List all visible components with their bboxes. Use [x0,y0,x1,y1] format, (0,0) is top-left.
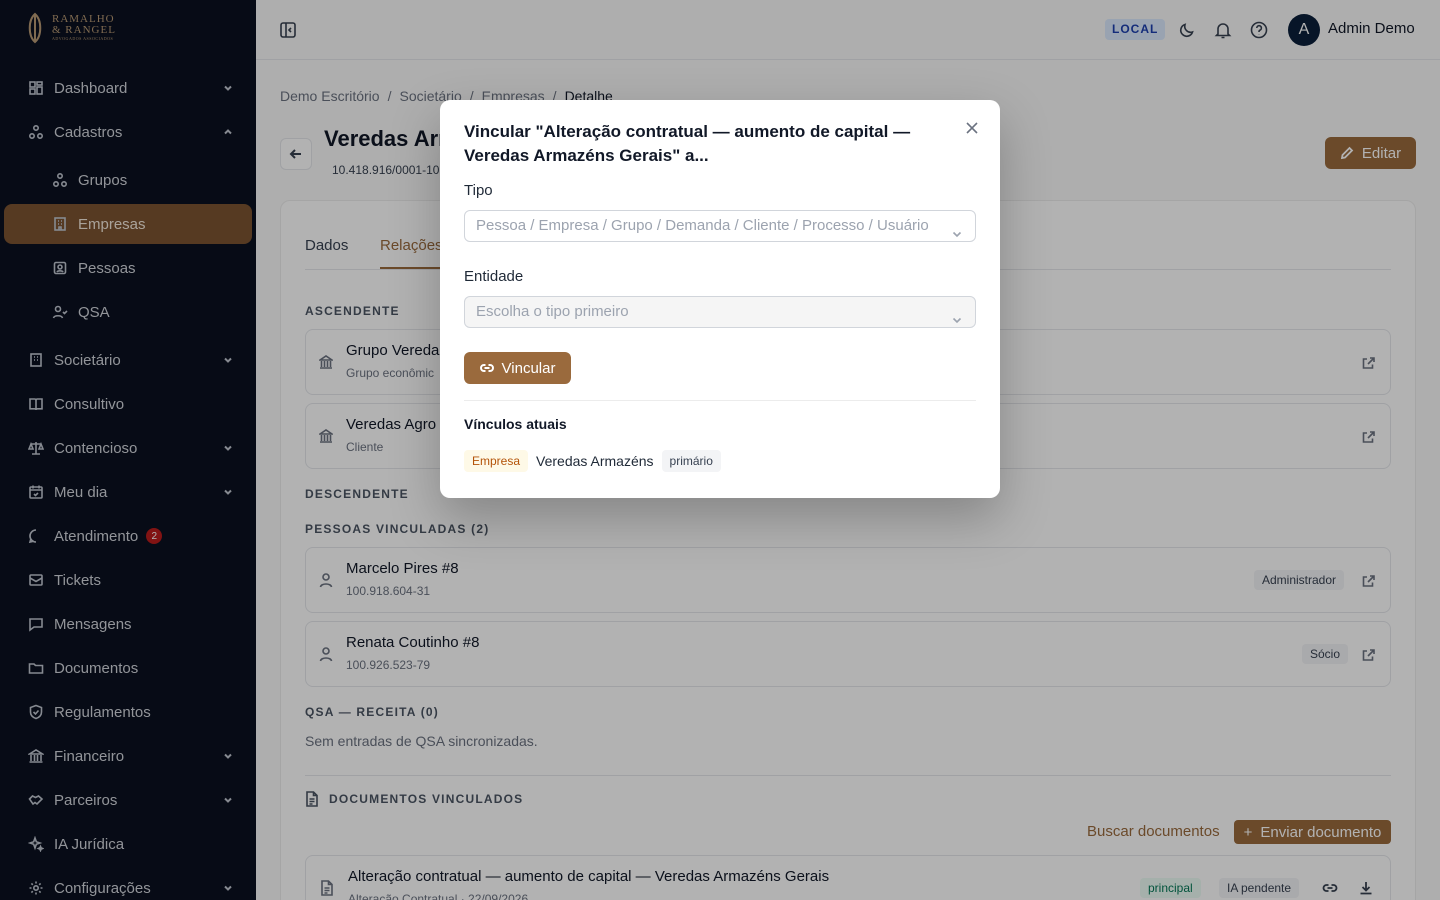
entidade-label: Entidade [464,268,524,285]
current-link-item: Empresa Veredas Armazéns primário [464,450,721,472]
entidade-select-placeholder: Escolha o tipo primeiro [476,303,629,320]
tipo-label: Tipo [464,182,493,199]
link-icon [479,364,494,372]
entity-name[interactable]: Veredas Armazéns [536,453,654,469]
entity-type-badge: Empresa [464,450,529,472]
close-icon[interactable] [964,120,980,136]
dialog-divider [464,400,976,401]
tipo-select[interactable]: Pessoa / Empresa / Grupo / Demanda / Cli… [464,210,976,242]
vincular-button-label: Vincular [501,359,556,377]
primary-badge: primário [661,450,721,472]
current-links-heading: Vínculos atuais [464,416,567,432]
chevron-down-icon [951,307,963,324]
chevron-down-icon [951,221,963,238]
entidade-select[interactable]: Escolha o tipo primeiro [464,296,976,328]
tipo-select-placeholder: Pessoa / Empresa / Grupo / Demanda / Cli… [476,217,929,234]
link-document-dialog: Vincular "Alteração contratual — aumento… [440,100,1000,498]
dialog-title: Vincular "Alteração contratual — aumento… [464,122,911,165]
vincular-button[interactable]: Vincular [464,352,571,384]
